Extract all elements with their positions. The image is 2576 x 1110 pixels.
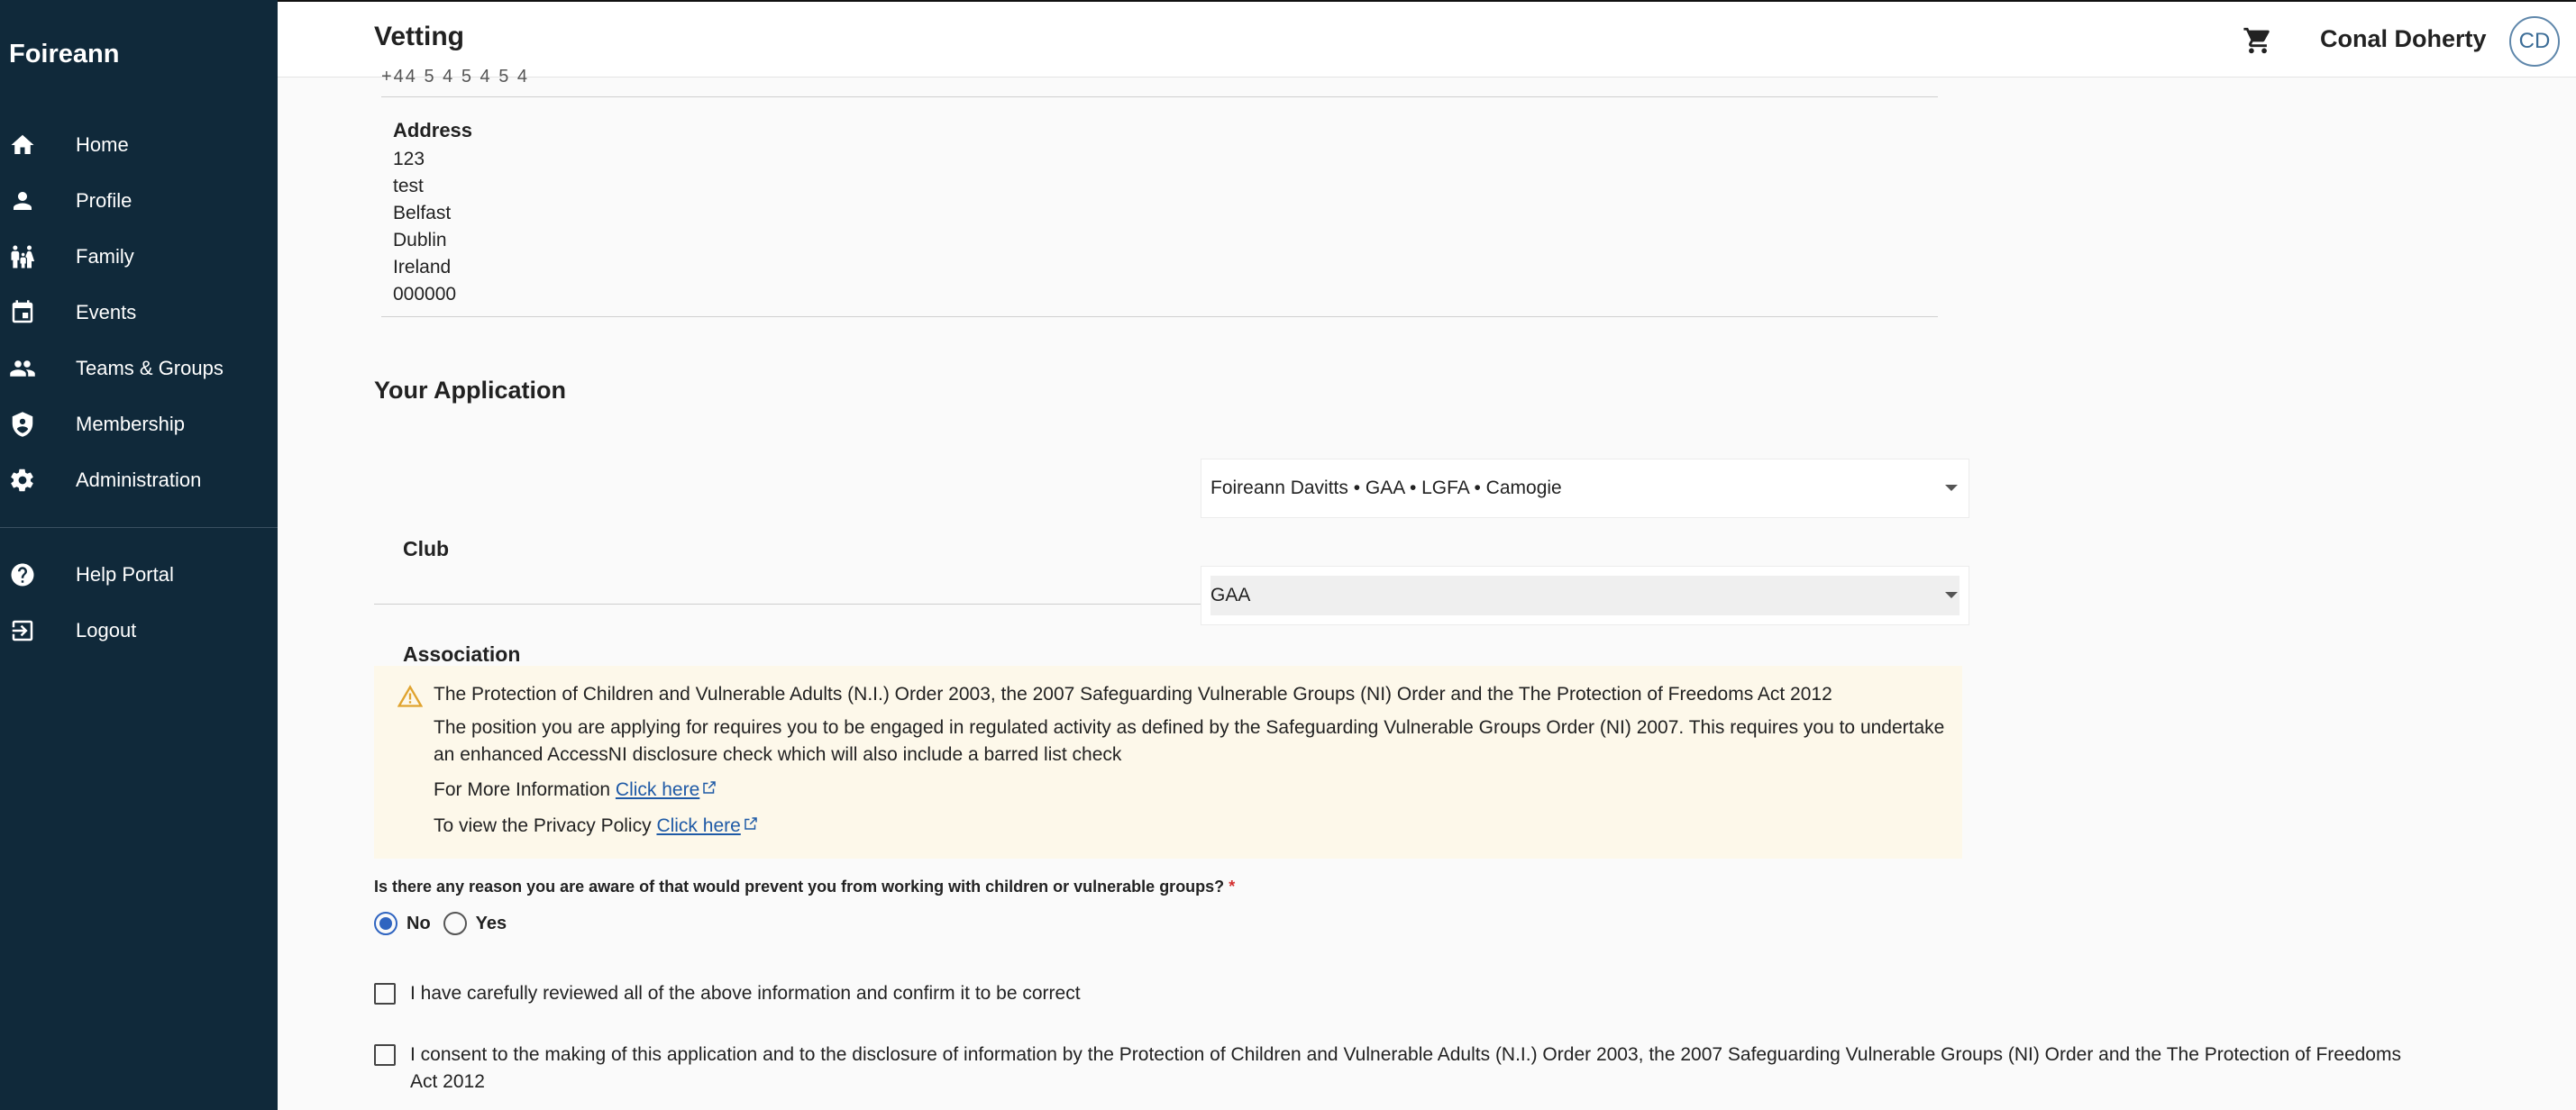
avatar[interactable]: CD bbox=[2509, 16, 2560, 67]
association-select[interactable]: GAA bbox=[1201, 566, 1969, 625]
home-icon bbox=[9, 132, 36, 159]
confirm-checkbox-row: I have carefully reviewed all of the abo… bbox=[374, 980, 2420, 1007]
page-title: Vetting bbox=[374, 22, 465, 51]
radio-no[interactable] bbox=[374, 912, 397, 935]
association-select-value: GAA bbox=[1210, 576, 1959, 615]
notice-title: The Protection of Children and Vulnerabl… bbox=[434, 684, 1832, 705]
cart-icon[interactable] bbox=[2243, 25, 2273, 56]
club-select[interactable]: Foireann Davitts • GAA • LGFA • Camogie bbox=[1201, 459, 1969, 518]
sidebar-item-label: Help Portal bbox=[76, 563, 174, 586]
top-header: Vetting Conal Doherty CD bbox=[278, 0, 2576, 77]
brand-logo-text: Foireann bbox=[9, 40, 120, 68]
sidebar-item-membership[interactable]: Membership bbox=[0, 396, 278, 452]
sidebar-item-profile[interactable]: Profile bbox=[0, 173, 278, 229]
sidebar-bottom-nav: Help Portal Logout bbox=[0, 547, 278, 659]
external-link-icon bbox=[701, 779, 717, 796]
main-content: +44 5 4 5 4 5 4 Address 123 test Belfast… bbox=[278, 67, 2576, 1110]
user-name[interactable]: Conal Doherty bbox=[2320, 25, 2487, 53]
safeguarding-notice: The Protection of Children and Vulnerabl… bbox=[374, 666, 1962, 859]
sidebar-item-label: Membership bbox=[76, 413, 186, 435]
sidebar-item-family[interactable]: Family bbox=[0, 229, 278, 285]
consent-checkbox-label[interactable]: I consent to the making of this applicat… bbox=[410, 1042, 2420, 1096]
sidebar: Foireann Home Profile Family Events Team… bbox=[0, 0, 278, 1110]
sidebar-item-label: Logout bbox=[76, 619, 137, 641]
gear-icon bbox=[9, 467, 36, 494]
person-icon bbox=[9, 187, 36, 214]
help-icon bbox=[9, 561, 36, 588]
radio-no-label[interactable]: No bbox=[406, 914, 431, 934]
association-label: Association bbox=[403, 642, 521, 666]
chevron-down-icon bbox=[1945, 485, 1958, 491]
sidebar-item-help-portal[interactable]: Help Portal bbox=[0, 547, 278, 603]
address-line: 000000 bbox=[393, 284, 457, 305]
privacy-text: To view the Privacy Policy bbox=[434, 815, 652, 836]
more-info-text: For More Information bbox=[434, 779, 611, 800]
shield-icon bbox=[9, 411, 36, 438]
radio-yes-label[interactable]: Yes bbox=[476, 914, 507, 934]
notice-body: The position you are applying for requir… bbox=[434, 717, 1945, 765]
chevron-down-icon bbox=[1945, 592, 1958, 598]
address-line: test bbox=[393, 176, 424, 196]
address-line: Ireland bbox=[393, 257, 452, 278]
confirm-checkbox[interactable] bbox=[374, 983, 396, 1005]
sidebar-item-home[interactable]: Home bbox=[0, 117, 278, 173]
privacy-policy-link[interactable]: Click here bbox=[656, 815, 740, 836]
privacy-line: To view the Privacy Policy Click here bbox=[434, 815, 759, 837]
divider bbox=[381, 96, 1938, 97]
calendar-icon bbox=[9, 299, 36, 326]
sidebar-item-teams-groups[interactable]: Teams & Groups bbox=[0, 341, 278, 396]
warning-icon bbox=[397, 684, 424, 709]
external-link-icon bbox=[743, 815, 759, 832]
club-select-value: Foireann Davitts • GAA • LGFA • Camogie bbox=[1210, 478, 1562, 498]
consent-checkbox[interactable] bbox=[374, 1044, 396, 1066]
address-line: Dublin bbox=[393, 230, 447, 250]
sidebar-item-label: Administration bbox=[76, 469, 202, 491]
logout-icon bbox=[9, 617, 36, 644]
sidebar-item-events[interactable]: Events bbox=[0, 285, 278, 341]
sidebar-item-logout[interactable]: Logout bbox=[0, 603, 278, 659]
radio-yes[interactable] bbox=[443, 912, 467, 935]
family-icon bbox=[9, 243, 36, 270]
sidebar-item-label: Family bbox=[76, 245, 134, 268]
divider bbox=[381, 316, 1938, 317]
prevention-question: Is there any reason you are aware of tha… bbox=[374, 878, 1235, 896]
address-label: Address bbox=[393, 119, 473, 141]
address-lines: 123 test Belfast Dublin Ireland 000000 bbox=[393, 146, 456, 308]
clipped-phone-value: +44 5 4 5 4 5 4 bbox=[381, 67, 530, 86]
sidebar-item-label: Teams & Groups bbox=[76, 357, 224, 379]
sidebar-item-administration[interactable]: Administration bbox=[0, 452, 278, 508]
prevention-radio-group: No Yes bbox=[374, 912, 519, 935]
club-label: Club bbox=[403, 537, 450, 560]
sidebar-item-label: Events bbox=[76, 301, 137, 323]
question-text: Is there any reason you are aware of tha… bbox=[374, 878, 1225, 896]
address-line: Belfast bbox=[393, 203, 452, 223]
sidebar-nav: Home Profile Family Events Teams & Group… bbox=[0, 117, 278, 508]
confirm-checkbox-label[interactable]: I have carefully reviewed all of the abo… bbox=[410, 980, 2420, 1007]
address-line: 123 bbox=[393, 149, 425, 169]
sidebar-item-label: Home bbox=[76, 133, 129, 156]
section-title: Your Application bbox=[374, 377, 566, 404]
more-info-link[interactable]: Click here bbox=[616, 779, 699, 800]
required-mark: * bbox=[1229, 878, 1236, 896]
group-icon bbox=[9, 355, 36, 382]
more-info-line: For More Information Click here bbox=[434, 779, 717, 801]
consent-checkbox-row: I consent to the making of this applicat… bbox=[374, 1042, 2420, 1096]
sidebar-item-label: Profile bbox=[76, 189, 132, 212]
sidebar-divider bbox=[0, 527, 278, 528]
